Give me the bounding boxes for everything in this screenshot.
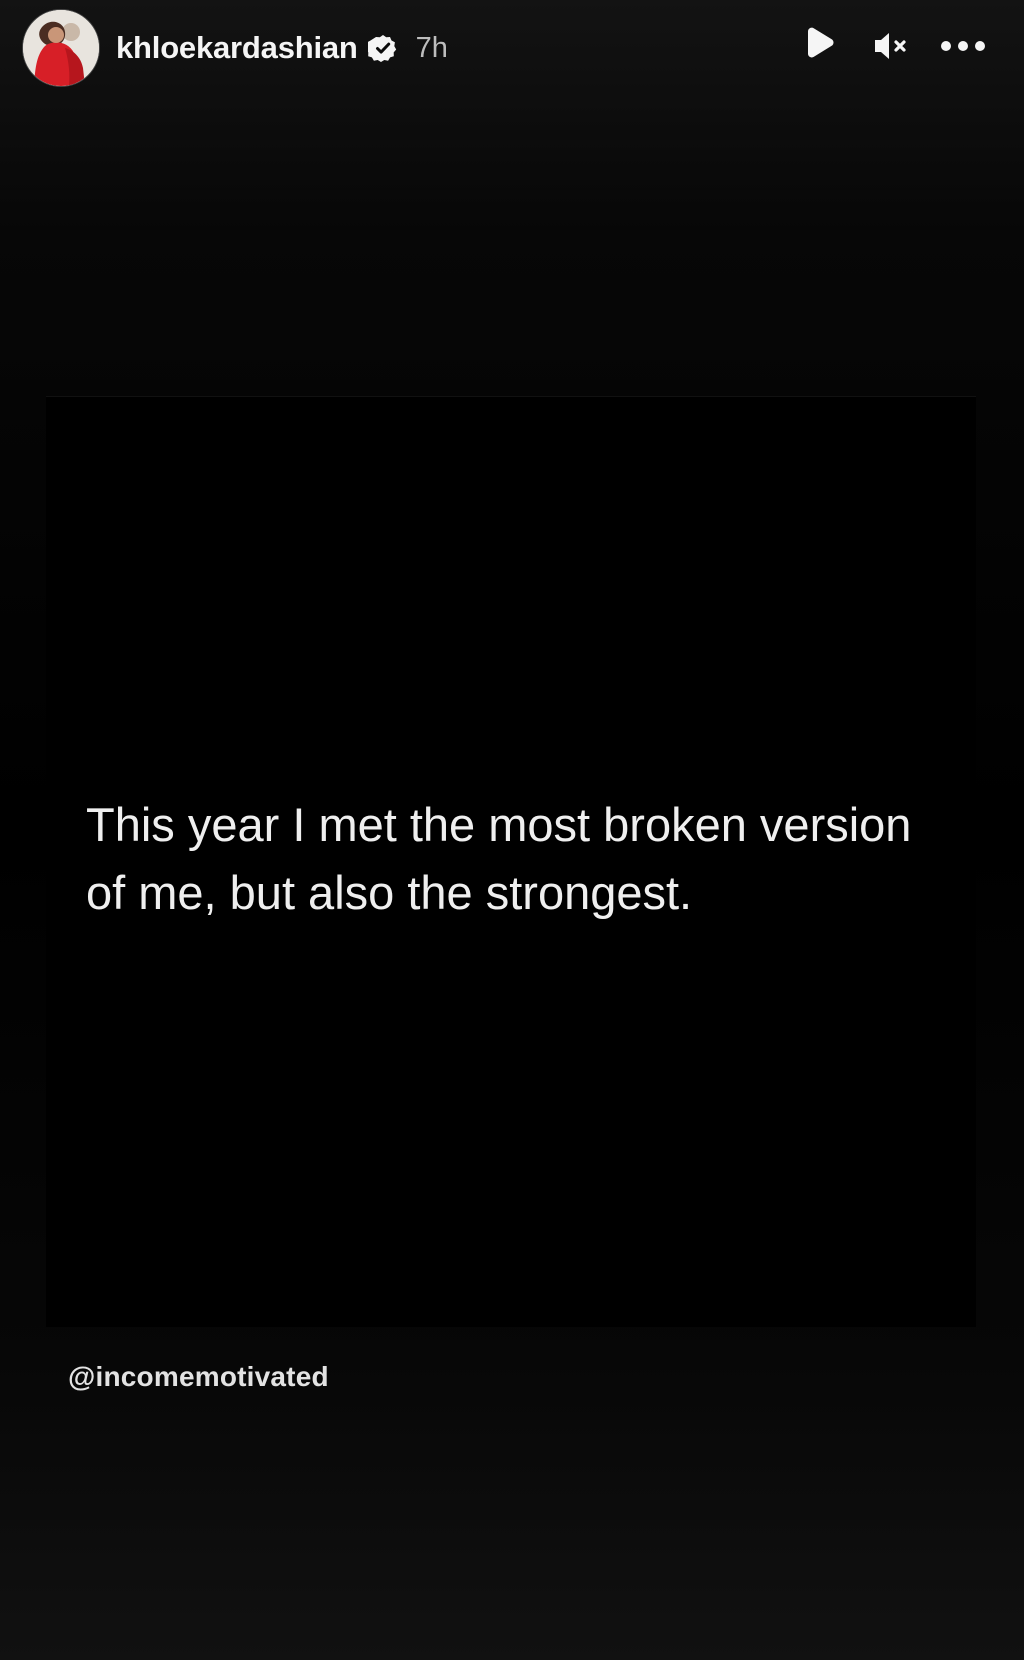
more-options-button[interactable]: [939, 27, 987, 69]
story-header: khloekardashian 7h: [0, 0, 1024, 110]
mute-button[interactable]: [870, 27, 912, 69]
play-icon: [802, 27, 836, 70]
story-controls: [798, 27, 987, 69]
quote-media: This year I met the most broken version …: [46, 396, 976, 1392]
post-time: 7h: [415, 31, 448, 64]
more-options-icon: [939, 39, 987, 58]
play-button[interactable]: [798, 27, 840, 69]
story-viewer: khloekardashian 7h This year I met the m…: [0, 0, 1024, 1660]
source-credit[interactable]: @incomemotivated: [68, 1361, 329, 1393]
username-row: khloekardashian 7h: [116, 30, 448, 66]
volume-muted-icon: [872, 28, 910, 69]
verified-badge-icon: [365, 33, 398, 63]
username[interactable]: khloekardashian: [116, 30, 358, 66]
quote-text: This year I met the most broken version …: [86, 798, 912, 919]
profile-avatar[interactable]: [22, 9, 100, 87]
